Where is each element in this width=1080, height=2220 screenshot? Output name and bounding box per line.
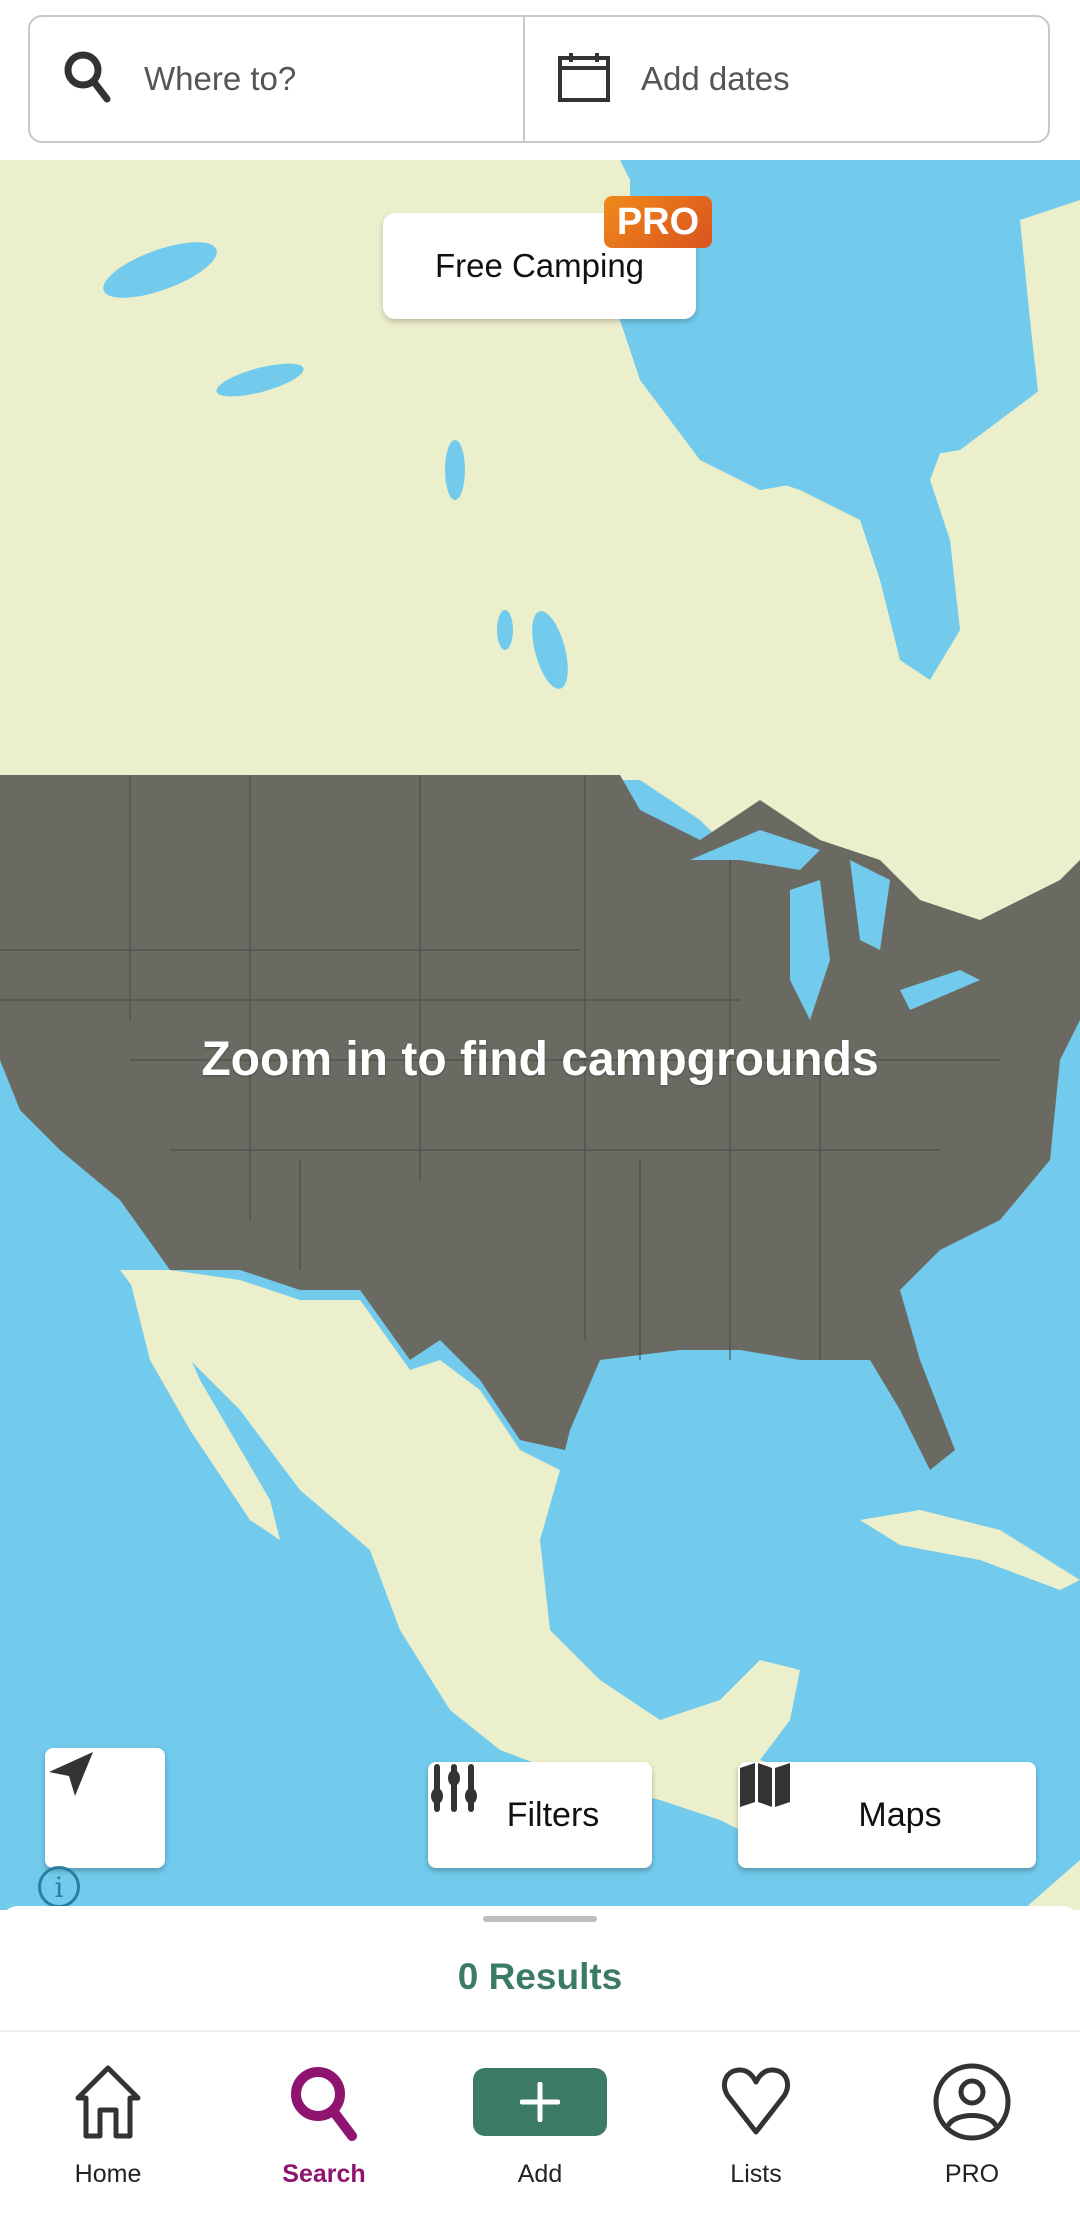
where-to-placeholder: Where to? [144, 60, 297, 97]
where-to-input[interactable]: Where to? [30, 17, 525, 141]
bottom-nav: Home Search Add Lists PRO [0, 2030, 1080, 2220]
pro-badge: PRO [604, 196, 712, 248]
add-dates-placeholder: Add dates [641, 60, 790, 97]
maps-button[interactable]: Maps [738, 1762, 1036, 1868]
nav-search-label: Search [282, 2160, 366, 2188]
calendar-icon [557, 52, 611, 107]
search-icon [62, 49, 114, 110]
nav-add[interactable]: Add [432, 2032, 648, 2220]
add-dates-input[interactable]: Add dates [525, 17, 1048, 141]
heart-icon [716, 2062, 796, 2142]
nav-lists-label: Lists [730, 2160, 782, 2188]
nav-lists[interactable]: Lists [648, 2032, 864, 2220]
filters-button[interactable]: Filters [428, 1762, 652, 1868]
nav-home[interactable]: Home [0, 2032, 216, 2220]
cuba-land [860, 1510, 1080, 1590]
results-count: 0 Results [457, 1956, 623, 1997]
search-box: Where to? Add dates [28, 15, 1050, 143]
filters-label: Filters [506, 1795, 600, 1834]
nav-home-label: Home [74, 2160, 142, 2188]
nav-add-label: Add [517, 2160, 563, 2188]
results-sheet[interactable]: 0 Results [0, 1906, 1080, 2032]
nav-search[interactable]: Search [216, 2032, 432, 2220]
sheet-drag-handle[interactable] [483, 1916, 597, 1922]
search-icon [284, 2062, 364, 2142]
nav-pro-label: PRO [944, 2160, 1000, 2188]
free-camping-label: Free Camping [434, 247, 645, 284]
home-icon [68, 2062, 148, 2142]
plus-icon [473, 2068, 607, 2136]
maps-label: Maps [858, 1795, 942, 1834]
nav-pro[interactable]: PRO [864, 2032, 1080, 2220]
zoom-in-message: Zoom in to find campgrounds [201, 1033, 879, 1086]
user-circle-icon [932, 2062, 1012, 2142]
locate-me-button[interactable] [45, 1748, 165, 1868]
map-info-icon[interactable]: i [38, 1866, 80, 1908]
top-search-bar: Where to? Add dates [0, 0, 1080, 160]
